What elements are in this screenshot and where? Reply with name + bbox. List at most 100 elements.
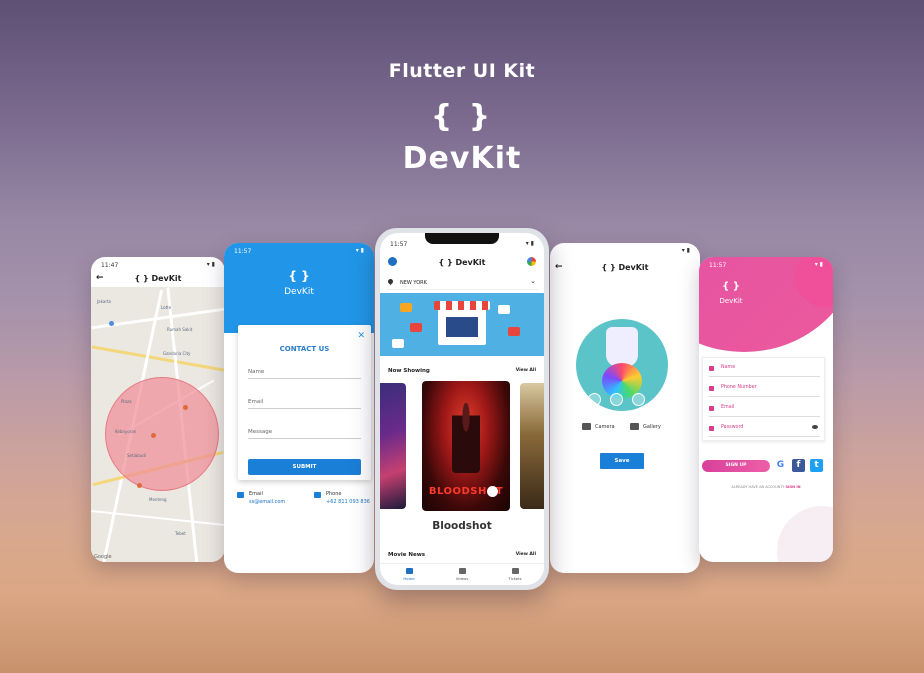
news-header: Movie News View All: [388, 552, 536, 558]
google-icon[interactable]: G: [774, 459, 787, 472]
movie-poster[interactable]: [520, 383, 544, 509]
status-bar: ▾ ▮: [550, 243, 700, 259]
facebook-icon[interactable]: f: [792, 459, 805, 472]
radius-circle: [105, 377, 219, 491]
message-field[interactable]: Message: [248, 421, 361, 439]
bulb-icon: [606, 327, 638, 367]
thumbnail[interactable]: [588, 393, 601, 406]
signal-icon: ▾ ▮: [681, 247, 690, 254]
signin-link[interactable]: SIGN IN: [785, 485, 800, 489]
app-title: { } DevKit: [134, 274, 182, 283]
movies-screen: 11:57 ▾ ▮ { } DevKit NEW YORK ⌄ Now Show…: [380, 233, 544, 585]
movie-poster[interactable]: [380, 383, 406, 509]
movie-title: Bloodshot: [432, 520, 492, 532]
submit-button[interactable]: SUBMIT: [248, 459, 361, 475]
shop-illustration: [434, 301, 490, 345]
status-time: 11:47: [101, 262, 119, 269]
video-icon: [458, 568, 466, 574]
home-icon: [405, 568, 413, 574]
phone-value[interactable]: +62 811 093 836: [326, 499, 370, 505]
movies-phone: 11:57 ▾ ▮ { } DevKit NEW YORK ⌄ Now Show…: [375, 228, 549, 590]
status-time: 11:57: [390, 241, 408, 248]
camera-option[interactable]: Camera: [582, 423, 615, 430]
hero-subtitle: Flutter UI Kit: [388, 60, 536, 82]
status-bar: 11:57 ▾ ▮: [224, 243, 374, 259]
contact-phone: { } DevKit 11:57 ▾ ▮ ✕ CONTACT US Name E…: [224, 243, 374, 573]
app-bar: ← { } DevKit: [91, 271, 225, 287]
movie-poster-featured[interactable]: BLOODSHOT: [422, 381, 510, 511]
eye-icon[interactable]: [812, 425, 818, 429]
name-field[interactable]: Name: [709, 360, 820, 377]
gallery-option[interactable]: Gallery: [630, 423, 661, 430]
contact-card: ✕ CONTACT US Name Email Message SUBMIT: [238, 325, 371, 480]
signal-icon: ▾ ▮: [814, 261, 823, 268]
signup-phone: 11:57 ▾ ▮ { } DevKit Name Phone Number E…: [699, 257, 833, 562]
brand-name: DevKit: [284, 287, 314, 297]
play-icon[interactable]: [487, 486, 498, 497]
thumbnail[interactable]: [610, 393, 623, 406]
nav-home[interactable]: Home: [394, 568, 424, 581]
logo-braces: { }: [722, 281, 740, 292]
logo-braces: { }: [288, 269, 310, 283]
map-pin-icon: [109, 321, 114, 326]
chevron-down-icon: ⌄: [530, 277, 536, 285]
google-icon[interactable]: [527, 257, 536, 266]
map-pin-icon: [183, 405, 188, 410]
location-selector[interactable]: NEW YORK ⌄: [386, 276, 538, 290]
phone-icon: [314, 492, 321, 498]
map-pin-icon: [151, 433, 156, 438]
promo-banner[interactable]: [380, 293, 544, 356]
email-icon: [237, 492, 244, 498]
section-title: Movie News: [388, 552, 426, 558]
phone-field[interactable]: Phone Number: [709, 380, 820, 397]
email-icon: [709, 406, 714, 411]
app-bar: ← { } DevKit: [550, 259, 700, 275]
view-all-link[interactable]: View All: [516, 552, 536, 557]
signup-button[interactable]: SIGN UP: [702, 460, 770, 472]
map-label: Rumah Sakit: [167, 327, 193, 332]
thumbnail-row: [580, 393, 664, 409]
twitter-icon[interactable]: t: [810, 459, 823, 472]
section-title: Now Showing: [388, 368, 430, 374]
map-label: Setiabudi: [127, 453, 146, 458]
nav-tickets[interactable]: Tickets: [500, 568, 530, 581]
save-button[interactable]: Save: [600, 453, 644, 469]
phone-label: Phone: [326, 491, 342, 497]
nav-videos[interactable]: Videos: [447, 568, 477, 581]
thumbnail[interactable]: [632, 393, 645, 406]
email-field[interactable]: Email: [709, 400, 820, 417]
map-view[interactable]: Jakarta Lotte Rumah Sakit Gandaria City …: [91, 287, 225, 562]
camera-icon: [582, 423, 591, 430]
camera-label: Camera: [595, 424, 615, 430]
signal-icon: ▾ ▮: [355, 247, 364, 254]
status-bar: 11:57 ▾ ▮: [380, 236, 544, 252]
app-title: { } DevKit: [601, 263, 649, 272]
now-showing-header: Now Showing View All: [388, 368, 536, 374]
phone-info: Phone +62 811 093 836: [314, 491, 370, 505]
camera-phone: ▾ ▮ ← { } DevKit Camera Gallery Save: [550, 243, 700, 573]
status-bar: 11:57 ▾ ▮: [699, 257, 833, 273]
phone-icon: [709, 386, 714, 391]
person-icon: [709, 366, 714, 371]
map-label: Tebet: [175, 531, 186, 536]
email-info: Email ss@email.com: [237, 491, 285, 505]
email-field[interactable]: Email: [248, 391, 361, 409]
map-attribution: Google: [94, 554, 112, 560]
brand-name: DevKit: [719, 297, 743, 305]
map-label: Lotte: [161, 305, 172, 310]
email-value[interactable]: ss@email.com: [249, 499, 285, 505]
map-label: Gandaria City: [163, 351, 191, 356]
contact-heading: CONTACT US: [279, 345, 330, 353]
view-all-link[interactable]: View All: [516, 368, 536, 373]
password-field[interactable]: Password: [709, 420, 820, 437]
map-label: Jakarta: [97, 299, 111, 304]
ticket-icon: [511, 568, 519, 574]
close-icon[interactable]: ✕: [357, 331, 365, 341]
map-label: Menteng: [149, 497, 167, 502]
name-field[interactable]: Name: [248, 361, 361, 379]
status-time: 11:57: [234, 248, 252, 255]
signal-icon: ▾ ▮: [525, 240, 534, 247]
bottom-nav: Home Videos Tickets: [380, 563, 544, 585]
map-label: Kebayoran: [115, 429, 137, 434]
app-title: { } DevKit: [438, 258, 486, 267]
